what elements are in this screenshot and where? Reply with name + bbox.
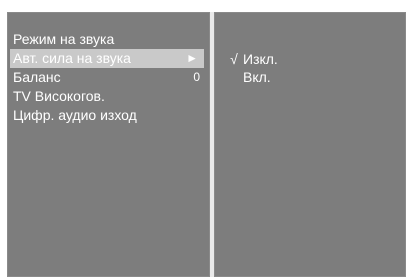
menu-item-sound-mode[interactable]: Режим на звука bbox=[7, 30, 210, 49]
menu-item-label: Баланс bbox=[13, 69, 61, 85]
menu-item-label: Режим на звука bbox=[13, 31, 115, 47]
tv-osd-screen: Режим на звука Авт. сила на звука ► Бала… bbox=[0, 0, 406, 280]
arrow-right-icon: ► bbox=[186, 51, 198, 65]
auto-volume-options: √ Изкл. Вкл. bbox=[214, 50, 406, 86]
option-label: Изкл. bbox=[243, 51, 278, 67]
submenu-panel: √ Изкл. Вкл. bbox=[214, 12, 406, 277]
option-label: Вкл. bbox=[243, 69, 271, 85]
sound-menu: Режим на звука Авт. сила на звука ► Бала… bbox=[7, 30, 210, 125]
menu-item-digital-audio-out[interactable]: Цифр. аудио изход bbox=[7, 106, 210, 125]
checkmark-icon: √ bbox=[230, 51, 238, 67]
balance-value: 0 bbox=[193, 70, 200, 84]
menu-item-label: Цифр. аудио изход bbox=[13, 107, 137, 123]
menu-item-label: TV Високогов. bbox=[13, 88, 105, 104]
menu-item-auto-volume[interactable]: Авт. сила на звука ► bbox=[10, 49, 204, 68]
menu-item-balance[interactable]: Баланс 0 bbox=[7, 68, 210, 87]
sound-menu-panel: Режим на звука Авт. сила на звука ► Бала… bbox=[7, 12, 210, 277]
menu-item-tv-speaker[interactable]: TV Високогов. bbox=[7, 87, 210, 106]
option-on[interactable]: Вкл. bbox=[214, 68, 406, 86]
menu-item-label: Авт. сила на звука bbox=[13, 50, 131, 66]
option-off[interactable]: √ Изкл. bbox=[214, 50, 406, 68]
